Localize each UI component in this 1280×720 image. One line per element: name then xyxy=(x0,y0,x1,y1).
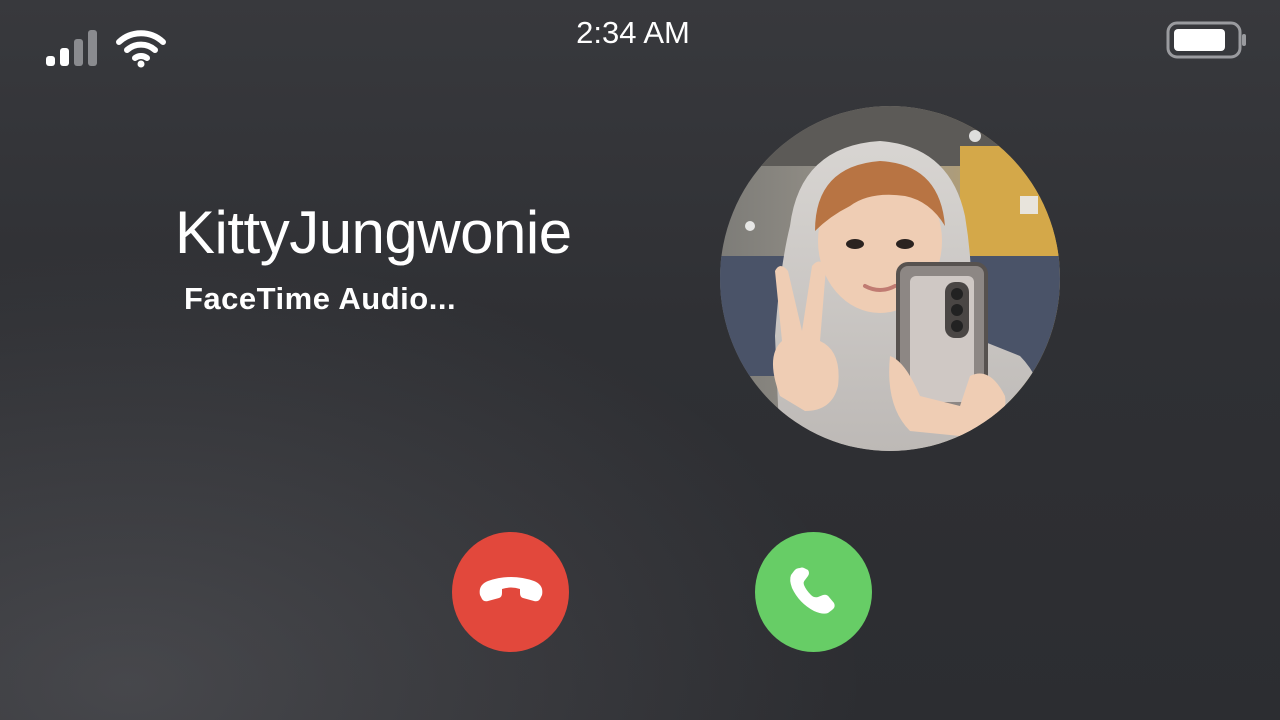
accept-call-button[interactable] xyxy=(755,532,872,652)
status-time: 2:34 AM xyxy=(576,15,690,50)
caller-name: KittyJungwonie xyxy=(175,199,572,266)
battery-icon xyxy=(1166,20,1248,60)
contact-avatar xyxy=(720,106,1060,451)
decline-call-button[interactable] xyxy=(452,532,569,652)
call-status: FaceTime Audio... xyxy=(184,281,457,316)
phone-hangup-icon xyxy=(476,575,546,610)
phone-icon xyxy=(787,563,841,622)
